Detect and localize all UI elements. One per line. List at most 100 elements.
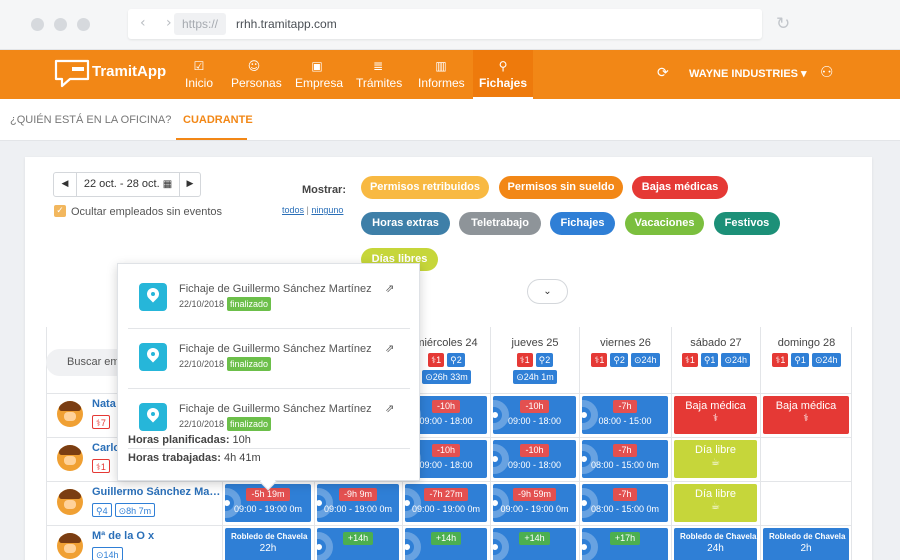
balance-chip: +14h <box>430 532 462 545</box>
schedule-cell-ext[interactable]: Robledo de Chavela 22h <box>225 528 311 560</box>
planned-hours-label: Horas planificadas: <box>128 434 230 446</box>
employee-name[interactable]: Guillermo Sánchez Martí… <box>92 486 222 498</box>
column-divider <box>851 327 852 560</box>
schedule-cell-baja[interactable]: Baja médica ⚕ <box>674 396 757 434</box>
employee-row-header[interactable]: Guillermo Sánchez Martí… ⚲4 ⊙8h 7m <box>46 481 222 525</box>
planned-hours: Horas planificadas: 10h <box>128 434 251 446</box>
schedule-cell-fichaje[interactable]: +14h <box>405 528 487 560</box>
schedule-cell-libre[interactable]: Día libre ☕ <box>674 484 757 522</box>
sync-icon[interactable]: ⟳ <box>657 65 669 81</box>
window-dot-maximize[interactable] <box>77 18 90 31</box>
filter-pill[interactable]: Horas extras <box>361 212 450 235</box>
schedule-cell-fichaje[interactable]: +14h <box>317 528 399 560</box>
worked-hours-value: 4h 41m <box>224 452 261 464</box>
filter-pill[interactable]: Bajas médicas <box>632 176 728 199</box>
employee-name[interactable]: Mª de la O x <box>92 530 222 542</box>
external-link-icon[interactable]: ⇗ <box>385 342 394 355</box>
window-dot-minimize[interactable] <box>54 18 67 31</box>
summary-tag: ⚕1 <box>591 353 608 367</box>
expand-filters-button[interactable]: ⌄ <box>527 279 568 304</box>
location-pin-icon <box>139 343 167 371</box>
filter-pill[interactable]: Festivos <box>714 212 780 235</box>
day-header: jueves 25 ⚕1 ⚲2 ⊙24h 1m <box>490 327 579 393</box>
external-link-icon[interactable]: ⇗ <box>385 282 394 295</box>
schedule-cell-baja[interactable]: Baja médica ⚕ <box>763 396 849 434</box>
window-dot-close[interactable] <box>31 18 44 31</box>
menu-item-3[interactable]: ≣ Trámites <box>356 50 402 99</box>
address-bar[interactable]: ‹ › https:// rrhh.tramitapp.com <box>128 9 762 39</box>
hide-empty-label: Ocultar empleados sin eventos <box>71 206 223 218</box>
schedule-cell-fichaje[interactable]: -7h 27m 09:00 - 19:00 0m <box>405 484 487 522</box>
location-name: Robledo de Chavela <box>769 532 846 541</box>
schedule-cell-ext[interactable]: Robledo de Chavela 24h <box>674 528 757 560</box>
show-none-link[interactable]: ninguno <box>311 205 343 215</box>
avatar-hair <box>59 489 81 499</box>
filter-pill[interactable]: Fichajes <box>550 212 615 235</box>
schedule-cell-fichaje[interactable]: -10h 09:00 - 18:00 <box>493 440 576 478</box>
event-title: Día libre <box>695 444 736 456</box>
employee-tag: ⚲4 <box>92 503 112 517</box>
filter-pill[interactable]: Permisos sin sueldo <box>499 176 623 199</box>
balance-chip: -10h <box>431 444 460 457</box>
day-summary: ⚕1 ⚲2 ⊙24h 1m <box>491 353 579 384</box>
menu-label: Inicio <box>185 76 214 90</box>
worked-hours: Horas trabajadas: 4h 41m <box>128 452 261 464</box>
tab-cuadrante[interactable]: CUADRANTE <box>183 114 253 126</box>
menu-icon: ▣ <box>311 59 323 73</box>
summary-tag: ⚕1 <box>516 353 533 367</box>
url-host[interactable]: rrhh.tramitapp.com <box>236 17 337 31</box>
summary-tag: ⚕1 <box>772 353 789 367</box>
logo-text: TramitApp <box>92 63 167 80</box>
menu-item-2[interactable]: ▣ Empresa <box>295 50 343 99</box>
fichaje-entry[interactable]: Fichaje de Guillermo Sánchez Martínez 22/… <box>128 329 410 389</box>
schedule-cell-libre[interactable]: Día libre ☕ <box>674 440 757 478</box>
calendar-icon: ▦ <box>162 179 173 190</box>
worked-hours-label: Horas trabajadas: <box>128 452 221 464</box>
day-header: domingo 28 ⚕1 ⚲1 ⊙24h <box>760 327 852 393</box>
fichaje-swirl-icon <box>405 532 421 560</box>
day-label: viernes 26 <box>600 337 651 349</box>
avatar <box>57 445 83 471</box>
schedule-cell-fichaje[interactable]: +17h <box>582 528 668 560</box>
filter-pill[interactable]: Teletrabajo <box>459 212 541 235</box>
schedule-cell-fichaje[interactable]: +14h <box>493 528 576 560</box>
tab-who-is-in-office[interactable]: ¿QUIÉN ESTÁ EN LA OFICINA? <box>10 114 171 126</box>
schedule-cell-ext[interactable]: Robledo de Chavela 2h <box>763 528 849 560</box>
subnav: ¿QUIÉN ESTÁ EN LA OFICINA? CUADRANTE <box>0 99 900 141</box>
date-range-label[interactable]: 22 oct. - 28 oct. ▦ <box>76 173 180 196</box>
employee-tags: ⚕1 <box>92 459 110 473</box>
fichaje-entry[interactable]: Fichaje de Guillermo Sánchez Martínez 22/… <box>128 269 410 329</box>
company-selector[interactable]: WAYNE INDUSTRIES ▾ <box>689 67 807 80</box>
hours-total: 24h <box>707 543 724 554</box>
schedule-cell-fichaje[interactable]: -10h 09:00 - 18:00 <box>493 396 576 434</box>
prev-week-button[interactable]: ◀ <box>54 173 76 196</box>
reload-icon[interactable]: ↻ <box>776 14 790 34</box>
schedule-cell-fichaje[interactable]: -9h 59m 09:00 - 19:00 0m <box>493 484 576 522</box>
menu-item-1[interactable]: ☺ Personas <box>231 50 282 99</box>
user-icon[interactable]: ⚇ <box>820 63 833 81</box>
hide-empty-checkbox[interactable]: ✓ <box>54 205 66 217</box>
menu-item-4[interactable]: ▥ Informes <box>418 50 465 99</box>
filter-pill[interactable]: Permisos retribuidos <box>361 176 489 199</box>
location-pin-icon <box>139 283 167 311</box>
schedule-cell-fichaje[interactable]: -7h 08:00 - 15:00 0m <box>582 440 668 478</box>
location-pin-icon <box>139 403 167 431</box>
employee-tag: ⊙14h <box>92 547 123 560</box>
menu-item-0[interactable]: ☑ Inicio <box>185 50 213 99</box>
event-title: Baja médica <box>775 400 837 412</box>
schedule-cell-fichaje[interactable]: -7h 08:00 - 15:00 0m <box>582 484 668 522</box>
schedule-cell-fichaje[interactable]: -9h 9m 09:00 - 19:00 0m <box>317 484 399 522</box>
show-all-link[interactable]: todos <box>282 205 304 215</box>
avatar <box>57 533 83 559</box>
employee-row-header[interactable]: Mª de la O x ⊙14h <box>46 525 222 560</box>
filter-pill[interactable]: Vacaciones <box>625 212 704 235</box>
next-week-button[interactable]: ▶ <box>179 173 201 196</box>
date-range-picker: ◀ 22 oct. - 28 oct. ▦ ▶ <box>53 172 201 197</box>
menu-item-5[interactable]: ⚲ Fichajes <box>473 50 533 100</box>
external-link-icon[interactable]: ⇗ <box>385 402 394 415</box>
event-title: Día libre <box>695 488 736 500</box>
schedule-cell-fichaje[interactable]: -7h 08:00 - 15:00 <box>582 396 668 434</box>
employee-tags: ⚲4 ⊙8h 7m <box>92 503 156 517</box>
planned-hours-value: 10h <box>232 434 251 446</box>
url-protocol: https:// <box>174 13 227 35</box>
